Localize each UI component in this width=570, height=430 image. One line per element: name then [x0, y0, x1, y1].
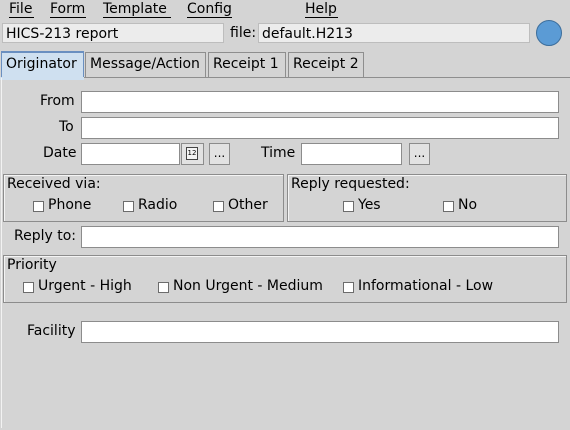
menu-form-label: Form: [50, 1, 86, 17]
reply-requested-title: Reply requested:: [291, 176, 410, 192]
menu-help[interactable]: Help: [305, 1, 337, 17]
calendar-button[interactable]: 12: [181, 143, 204, 165]
to-input[interactable]: [81, 117, 559, 139]
status-indicator-icon[interactable]: [536, 20, 562, 46]
priority-title: Priority: [7, 257, 57, 273]
menu-config-underline: [187, 17, 232, 18]
date-label: Date: [43, 145, 77, 161]
yes-checkbox[interactable]: [343, 201, 354, 212]
menu-help-underline: [305, 17, 338, 18]
menu-template[interactable]: Template: [103, 1, 167, 17]
reply-to-input[interactable]: [81, 226, 559, 248]
facility-label: Facility: [27, 323, 76, 339]
tab-originator-label: Originator: [6, 56, 77, 72]
to-label: To: [59, 119, 74, 135]
informational-low-label: Informational - Low: [358, 278, 494, 294]
tab-originator[interactable]: Originator: [1, 51, 84, 78]
reply-to-label: Reply to:: [14, 228, 76, 244]
file-name: default.H213: [262, 26, 353, 42]
menu-file-underline: [9, 17, 34, 18]
tab-receipt-1-label: Receipt 1: [213, 56, 279, 72]
time-ellipsis-button[interactable]: ...: [409, 143, 430, 165]
time-label: Time: [261, 145, 296, 161]
yes-label: Yes: [358, 197, 381, 213]
report-title: HICS-213 report: [6, 26, 119, 42]
time-input[interactable]: [301, 143, 402, 165]
menu-config[interactable]: Config: [187, 1, 232, 17]
received-via-title: Received via:: [7, 176, 101, 192]
menu-config-label: Config: [187, 1, 232, 17]
menu-file-label: File: [9, 1, 33, 17]
urgent-high-label: Urgent - High: [38, 278, 132, 294]
phone-label: Phone: [48, 197, 92, 213]
calendar-icon: 12: [186, 147, 198, 160]
other-label: Other: [228, 197, 268, 213]
tab-receipt-2[interactable]: Receipt 2: [288, 52, 364, 77]
facility-input[interactable]: [81, 321, 559, 343]
menu-template-label: Template: [103, 1, 167, 17]
non-urgent-medium-label: Non Urgent - Medium: [173, 278, 323, 294]
tab-message-action[interactable]: Message/Action: [85, 52, 206, 77]
tab-message-action-label: Message/Action: [90, 56, 200, 72]
urgent-high-checkbox[interactable]: [23, 282, 34, 293]
non-urgent-medium-checkbox[interactable]: [158, 282, 169, 293]
menu-template-underline: [103, 17, 171, 18]
tab-receipt-2-label: Receipt 2: [293, 56, 359, 72]
radio-label: Radio: [138, 197, 178, 213]
date-input[interactable]: [81, 143, 180, 165]
file-label: file:: [230, 25, 257, 41]
date-ellipsis-button[interactable]: ...: [209, 143, 230, 165]
phone-checkbox[interactable]: [33, 201, 44, 212]
other-checkbox[interactable]: [213, 201, 224, 212]
informational-low-checkbox[interactable]: [343, 282, 354, 293]
radio-checkbox[interactable]: [123, 201, 134, 212]
no-label: No: [458, 197, 478, 213]
menu-file[interactable]: File: [9, 1, 32, 17]
from-label: From: [40, 93, 75, 109]
tab-receipt-1[interactable]: Receipt 1: [208, 52, 286, 77]
report-title-field[interactable]: HICS-213 report: [2, 23, 224, 43]
menu-help-label: Help: [305, 1, 337, 17]
no-checkbox[interactable]: [443, 201, 454, 212]
menu-form[interactable]: Form: [50, 1, 85, 17]
file-name-field[interactable]: default.H213: [258, 23, 530, 43]
from-input[interactable]: [81, 91, 559, 113]
menu-form-underline: [50, 17, 86, 18]
